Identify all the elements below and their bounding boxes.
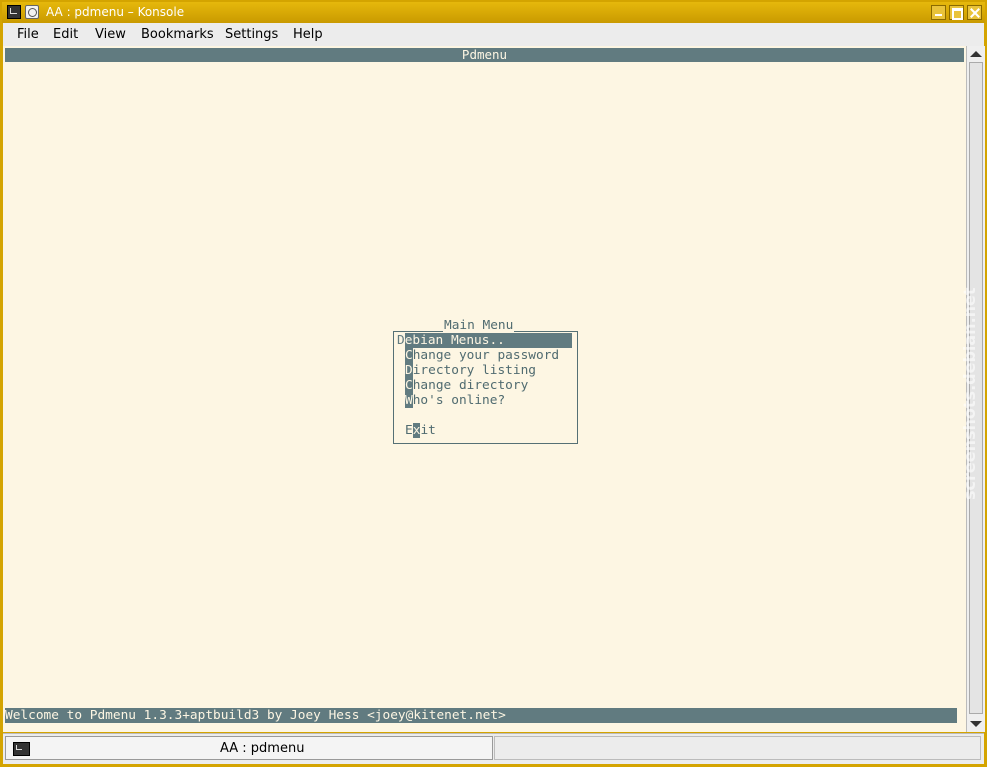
main-menu-box: Main Menu Debian Menus.. Change your pas… [393,318,578,445]
taskbar-empty-slot [494,736,981,760]
scroll-down-arrow-icon[interactable] [970,721,982,727]
menu-item-whos-online[interactable]: Who's online? [405,393,505,408]
main-menu-title: Main Menu [443,318,515,333]
close-button[interactable] [967,5,982,20]
status-line: Welcome to Pdmenu 1.3.3+aptbuild3 by Joe… [5,708,957,723]
terminal-icon [13,742,30,756]
scroll-up-arrow-icon[interactable] [970,51,982,57]
menu-item-label: ebian Menus.. [404,333,505,348]
menu-help[interactable]: Help [293,27,323,42]
exit-label-end: it [420,423,436,438]
terminal-area[interactable]: Pdmenu Main Menu Debian Menus.. Change y… [3,46,966,732]
menu-item-change-directory[interactable]: Change directory [405,378,528,393]
hotkey-letter: D [397,333,405,348]
menu-item-exit[interactable]: Exit [405,423,436,438]
task-label: AA : pdmenu [220,741,305,756]
menu-edit[interactable]: Edit [53,27,78,42]
menu-item-debian-menus[interactable]: Debian Menus.. [397,333,572,348]
window-title: AA : pdmenu – Konsole [46,5,185,19]
pdmenu-title: Pdmenu [461,47,508,62]
exit-label-start: E [405,423,413,438]
menu-view[interactable]: View [95,27,126,42]
minimize-button[interactable] [931,5,946,20]
watermark: screenshots.debian.net [960,287,979,500]
hotkey-letter: C [405,348,413,363]
hotkey-letter: C [405,378,413,393]
menu-bar: File Edit View Bookmarks Settings Help [3,23,984,46]
menu-item-change-password[interactable]: Change your password [405,348,559,363]
window-menu-icon[interactable] [25,5,39,19]
menu-item-label: irectory listing [412,363,536,378]
menu-item-label: hange directory [412,378,529,393]
menu-settings[interactable]: Settings [225,27,278,42]
pdmenu-title-bar: Pdmenu [5,48,964,62]
taskbar-task-pdmenu[interactable]: AA : pdmenu [5,736,493,760]
menu-item-label: hange your password [412,348,560,363]
taskbar: AA : pdmenu [3,733,984,764]
terminal-icon[interactable] [7,5,21,19]
hotkey-letter: D [405,363,413,378]
menu-file[interactable]: File [17,27,39,42]
menu-item-label: ho's online? [412,393,506,408]
menu-item-directory-listing[interactable]: Directory listing [405,363,536,378]
maximize-button[interactable] [949,5,964,20]
hotkey-letter: W [405,393,413,408]
konsole-window: AA : pdmenu – Konsole File Edit View Boo… [0,0,987,767]
menu-bookmarks[interactable]: Bookmarks [141,27,214,42]
title-bar[interactable]: AA : pdmenu – Konsole [2,2,985,23]
